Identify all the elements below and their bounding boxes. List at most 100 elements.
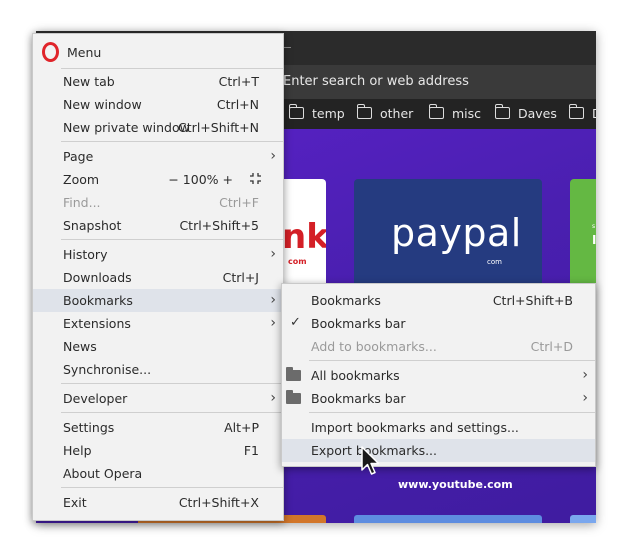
speed-dial-tile[interactable]: s I: [570, 179, 596, 287]
submenu-item-all-bookmarks[interactable]: All bookmarks ›: [282, 364, 595, 387]
menu-header: Menu: [33, 34, 283, 68]
chevron-right-icon: ›: [270, 246, 276, 262]
menu-item-new-private-window[interactable]: New private window Ctrl+Shift+N: [33, 116, 283, 139]
bookmark-folder-misc[interactable]: misc: [428, 104, 482, 122]
menu-item-downloads[interactable]: Downloads Ctrl+J: [33, 266, 283, 289]
menu-item-label: Snapshot: [63, 218, 122, 233]
menu-item-shortcut: Ctrl+Shift+N: [178, 120, 259, 135]
menu-item-news[interactable]: News: [33, 335, 283, 358]
menu-item-snapshot[interactable]: Snapshot Ctrl+Shift+5: [33, 214, 283, 237]
menu-item-shortcut: Alt+P: [224, 420, 259, 435]
menu-item-label: Bookmarks bar: [311, 391, 406, 406]
submenu-item-import-bookmarks[interactable]: Import bookmarks and settings...: [282, 416, 595, 439]
menu-item-label: Extensions: [63, 316, 131, 331]
menu-item-label: News: [63, 339, 97, 354]
bookmark-folder-d[interactable]: D: [568, 104, 596, 122]
zoom-controls[interactable]: − 100% +: [168, 172, 233, 187]
menu-item-label: Bookmarks bar: [311, 316, 406, 331]
bookmark-label: D: [592, 106, 596, 121]
menu-item-shortcut: Ctrl+J: [222, 270, 259, 285]
menu-item-history[interactable]: History ›: [33, 243, 283, 266]
checkmark-icon: ✓: [290, 315, 301, 330]
menu-item-find[interactable]: Find... Ctrl+F: [33, 191, 283, 214]
menu-item-page[interactable]: Page ›: [33, 145, 283, 168]
menu-item-label: New window: [63, 97, 142, 112]
submenu-item-bookmarks[interactable]: Bookmarks Ctrl+Shift+B: [282, 289, 595, 312]
menu-separator: [61, 141, 283, 142]
menu-item-label: Synchronise...: [63, 362, 152, 377]
menu-item-help[interactable]: Help F1: [33, 439, 283, 462]
menu-item-shortcut: Ctrl+Shift+X: [178, 495, 259, 510]
menu-title: Menu: [67, 45, 102, 60]
bookmark-folder-other[interactable]: other: [356, 104, 413, 122]
tile-logo-text: I: [592, 233, 596, 247]
menu-item-bookmarks[interactable]: Bookmarks ›: [33, 289, 283, 312]
menu-item-new-tab[interactable]: New tab Ctrl+T: [33, 70, 283, 93]
folder-icon: [356, 104, 372, 119]
menu-item-label: Bookmarks: [63, 293, 133, 308]
menu-item-shortcut: Ctrl+D: [530, 339, 573, 354]
opera-logo-icon: [42, 42, 59, 62]
speed-dial-tile-paypal[interactable]: paypal com: [354, 179, 542, 287]
menu-item-label: Settings: [63, 420, 115, 435]
mouse-cursor-icon: [361, 446, 380, 475]
menu-item-exit[interactable]: Exit Ctrl+Shift+X: [33, 491, 283, 514]
menu-separator: [61, 239, 283, 240]
menu-item-label: Exit: [63, 495, 87, 510]
folder-icon: [494, 104, 510, 119]
submenu-item-add-to-bookmarks[interactable]: Add to bookmarks... Ctrl+D: [282, 335, 595, 358]
menu-item-new-window[interactable]: New window Ctrl+N: [33, 93, 283, 116]
speed-dial-label-youtube[interactable]: www.youtube.com: [398, 478, 513, 491]
menu-item-shortcut: F1: [243, 443, 259, 458]
menu-item-label: Add to bookmarks...: [311, 339, 437, 354]
chevron-right-icon: ›: [270, 292, 276, 308]
menu-item-zoom[interactable]: Zoom − 100% +: [33, 168, 283, 191]
menu-item-shortcut: Ctrl+Shift+5: [179, 218, 259, 233]
menu-item-label: New private window: [63, 120, 190, 135]
bookmark-folder-daves[interactable]: Daves: [494, 104, 557, 122]
menu-item-about-opera[interactable]: About Opera: [33, 462, 283, 485]
bookmark-label: misc: [452, 106, 482, 121]
menu-item-label: Import bookmarks and settings...: [311, 420, 519, 435]
speed-dial-tile[interactable]: [354, 515, 542, 523]
menu-item-settings[interactable]: Settings Alt+P: [33, 416, 283, 439]
chevron-right-icon: ›: [582, 390, 588, 406]
menu-item-developer[interactable]: Developer ›: [33, 387, 283, 410]
menu-separator: [61, 383, 283, 384]
submenu-item-export-bookmarks[interactable]: Export bookmarks...: [282, 439, 595, 462]
menu-item-label: About Opera: [63, 466, 143, 481]
submenu-item-bookmarks-bar-toggle[interactable]: ✓ Bookmarks bar: [282, 312, 595, 335]
menu-item-label: Bookmarks: [311, 293, 381, 308]
menu-separator: [61, 412, 283, 413]
bookmark-label: temp: [312, 106, 345, 121]
folder-icon: [286, 390, 301, 404]
menu-item-synchronise[interactable]: Synchronise...: [33, 358, 283, 381]
menu-item-shortcut: Ctrl+T: [218, 74, 259, 89]
menu-item-extensions[interactable]: Extensions ›: [33, 312, 283, 335]
speed-dial-tile[interactable]: [570, 515, 596, 523]
menu-item-label: New tab: [63, 74, 115, 89]
folder-icon: [568, 104, 584, 119]
menu-item-label: Help: [63, 443, 92, 458]
menu-item-label: Zoom: [63, 172, 100, 187]
folder-icon: [286, 367, 301, 381]
chevron-right-icon: ›: [270, 148, 276, 164]
fullscreen-icon[interactable]: [250, 173, 261, 184]
menu-item-label: Developer: [63, 391, 128, 406]
bookmark-label: Daves: [518, 106, 557, 121]
chevron-right-icon: ›: [270, 315, 276, 331]
bookmark-folder-temp[interactable]: temp: [288, 104, 345, 122]
menu-item-shortcut: Ctrl+Shift+B: [492, 293, 573, 308]
menu-item-label: History: [63, 247, 108, 262]
menu-separator: [309, 360, 595, 361]
address-placeholder[interactable]: Enter search or web address: [283, 74, 469, 89]
bookmarks-submenu: Bookmarks Ctrl+Shift+B ✓ Bookmarks bar A…: [281, 283, 596, 467]
menu-item-label: All bookmarks: [311, 368, 400, 383]
folder-icon: [288, 104, 304, 119]
menu-separator: [309, 412, 595, 413]
submenu-item-bookmarks-bar-folder[interactable]: Bookmarks bar ›: [282, 387, 595, 410]
opera-main-menu: Menu New tab Ctrl+T New window Ctrl+N Ne…: [32, 33, 284, 521]
menu-item-shortcut: Ctrl+N: [216, 97, 259, 112]
folder-icon: [428, 104, 444, 119]
paypal-logo-sub: com: [487, 258, 502, 266]
